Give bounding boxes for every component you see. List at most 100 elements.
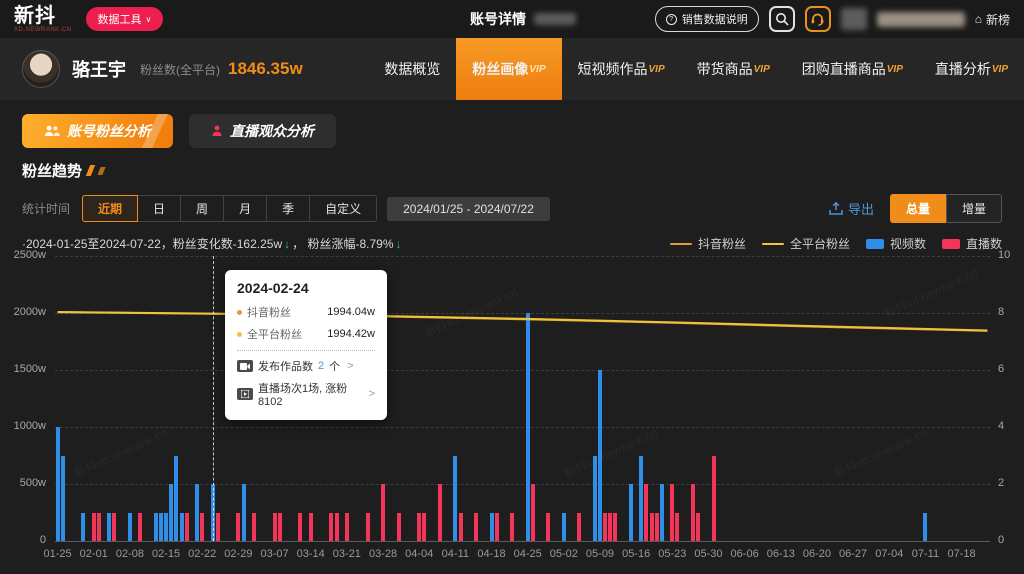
- tooltip-series-label: 抖音粉丝: [247, 304, 291, 320]
- y-axis-left-label: 2000w: [0, 306, 46, 318]
- series-dot: [237, 310, 242, 315]
- x-axis-label: 05-30: [694, 548, 722, 560]
- search-button[interactable]: [769, 6, 795, 32]
- account-header: 骆王宇 粉丝数(全平台) 1846.35w 数据概览粉丝画像VIP短视频作品VI…: [0, 38, 1024, 100]
- user-name-redacted[interactable]: [877, 12, 965, 27]
- line-全平台粉丝: [58, 312, 988, 331]
- time-option-季[interactable]: 季: [266, 195, 310, 222]
- x-axis-label: 06-27: [839, 548, 867, 560]
- subtab-label: 直播观众分析: [230, 121, 314, 141]
- search-icon: [775, 12, 789, 26]
- export-button[interactable]: 导出: [829, 199, 874, 218]
- time-option-自定义[interactable]: 自定义: [309, 195, 377, 222]
- tab-live-audience-analysis[interactable]: 直播观众分析: [189, 114, 336, 148]
- tab-label: 直播分析: [935, 59, 991, 79]
- newrank-home-label: 新榜: [986, 11, 1010, 28]
- export-label: 导出: [848, 199, 874, 218]
- tab-label: 短视频作品: [578, 59, 648, 79]
- user-avatar[interactable]: [841, 8, 867, 30]
- account-avatar: [22, 50, 60, 88]
- tab-粉丝画像[interactable]: 粉丝画像VIP: [456, 38, 561, 100]
- decorative-tick-icon: [97, 167, 105, 175]
- x-axis-label: 07-11: [912, 548, 939, 560]
- y-axis-left-label: 0: [0, 534, 46, 546]
- chevron-down-icon: ∨: [146, 15, 152, 24]
- tooltip-series-value: 1994.04w: [327, 306, 375, 318]
- x-axis-label: 05-16: [622, 548, 650, 560]
- y-axis-left-label: 1500w: [0, 363, 46, 375]
- tab-带货商品[interactable]: 带货商品VIP: [681, 38, 786, 100]
- fans-trend-chart: 2024-02-24 抖音粉丝 1994.04w 全平台粉丝 1994.42w …: [0, 244, 1024, 574]
- x-axis-label: 05-23: [658, 548, 686, 560]
- tab-label: 粉丝画像: [472, 59, 528, 79]
- y-axis-right-label: 6: [998, 363, 1004, 375]
- logo-text: 新抖: [14, 6, 72, 26]
- data-tools-label: 数据工具: [98, 11, 142, 27]
- time-option-周[interactable]: 周: [180, 195, 224, 222]
- newrank-logo[interactable]: 新抖 XD.NEWRANK.CN: [14, 6, 72, 33]
- y-axis-right-label: 4: [998, 420, 1004, 432]
- x-axis-label: 03-07: [260, 548, 288, 560]
- tab-数据概览[interactable]: 数据概览: [368, 38, 456, 100]
- live-sessions-label: 直播场次1场, 涨粉8102: [258, 380, 362, 408]
- info-circle-icon: ?: [666, 14, 677, 25]
- mode-total-button[interactable]: 总量: [890, 194, 946, 223]
- tooltip-works-row[interactable]: 发布作品数2个 >: [237, 358, 375, 374]
- people-icon: [44, 125, 60, 137]
- export-icon: [829, 202, 843, 215]
- x-axis-label: 02-22: [188, 548, 216, 560]
- x-axis-label: 06-06: [731, 548, 759, 560]
- x-axis-label: 02-08: [116, 548, 144, 560]
- time-filter-row: 统计时间 近期日周月季自定义 2024/01/25 - 2024/07/22 导…: [22, 194, 1002, 223]
- tooltip-series-value: 1994.42w: [327, 328, 375, 340]
- x-axis-label: 07-18: [948, 548, 976, 560]
- tooltip-series-label: 全平台粉丝: [247, 326, 302, 342]
- tab-account-fans-analysis[interactable]: 账号粉丝分析: [22, 114, 173, 148]
- x-axis-label: 02-01: [80, 548, 108, 560]
- line-抖音粉丝: [58, 312, 988, 331]
- x-axis-label: 04-18: [477, 548, 505, 560]
- subtab-label: 账号粉丝分析: [67, 121, 151, 141]
- logo-subtext: XD.NEWRANK.CN: [14, 27, 72, 33]
- chevron-right-icon: >: [369, 388, 375, 400]
- x-axis-label: 03-28: [369, 548, 397, 560]
- y-axis-left-label: 2500w: [0, 249, 46, 261]
- x-axis-label: 06-20: [803, 548, 831, 560]
- x-axis-label: 01-25: [44, 548, 72, 560]
- newrank-home-link[interactable]: ⌂ 新榜: [975, 11, 1010, 28]
- tab-短视频作品[interactable]: 短视频作品VIP: [562, 38, 681, 100]
- x-axis-label: 02-29: [224, 548, 252, 560]
- account-name: 骆王宇: [72, 56, 126, 82]
- date-range-picker[interactable]: 2024/01/25 - 2024/07/22: [387, 197, 550, 221]
- home-icon: ⌂: [975, 12, 982, 26]
- mode-delta-button[interactable]: 增量: [946, 194, 1002, 223]
- works-label: 发布作品数: [258, 358, 313, 374]
- vip-badge: VIP: [529, 64, 545, 75]
- account-tab-bar: 数据概览粉丝画像VIP短视频作品VIP带货商品VIP团购直播商品VIP直播分析V…: [368, 38, 1024, 100]
- sales-data-note-label: 销售数据说明: [682, 11, 748, 27]
- redacted-text: [534, 13, 576, 25]
- headset-icon: [810, 12, 825, 26]
- tab-团购直播商品[interactable]: 团购直播商品VIP: [786, 38, 919, 100]
- live-video-icon: [237, 388, 253, 400]
- total-delta-toggle: 总量 增量: [890, 194, 1002, 223]
- vip-badge: VIP: [754, 64, 770, 75]
- tooltip-divider: [237, 350, 375, 351]
- analysis-subtabs: 账号粉丝分析 直播观众分析: [22, 114, 1024, 148]
- tab-直播分析[interactable]: 直播分析VIP: [919, 38, 1024, 100]
- tooltip-live-row[interactable]: 直播场次1场, 涨粉8102 >: [237, 380, 375, 408]
- time-option-日[interactable]: 日: [137, 195, 181, 222]
- x-axis-label: 04-04: [405, 548, 433, 560]
- customer-service-button[interactable]: [805, 6, 831, 32]
- time-option-近期[interactable]: 近期: [82, 195, 138, 222]
- series-dot: [237, 332, 242, 337]
- gridline: [55, 541, 990, 542]
- x-axis-label: 06-13: [767, 548, 795, 560]
- data-tools-dropdown[interactable]: 数据工具 ∨: [86, 7, 164, 31]
- sales-data-note-button[interactable]: ? 销售数据说明: [655, 6, 759, 32]
- tab-label: 带货商品: [697, 59, 753, 79]
- vip-badge: VIP: [887, 64, 903, 75]
- tooltip-row-allplatform: 全平台粉丝 1994.42w: [237, 326, 375, 342]
- x-axis-label: 05-02: [550, 548, 578, 560]
- time-option-月[interactable]: 月: [223, 195, 267, 222]
